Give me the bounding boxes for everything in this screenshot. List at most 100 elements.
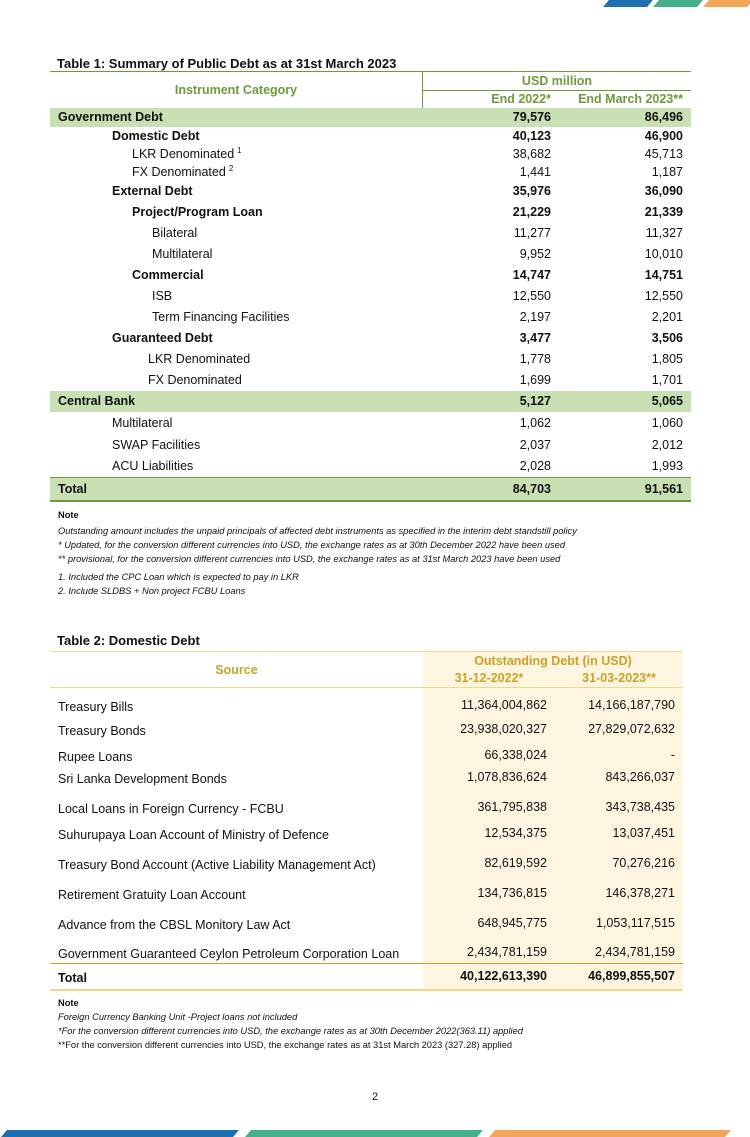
domestic-debt-row: Advance from the CBSL Monitory Law Act 64… <box>50 903 683 934</box>
row-label: LKR Denominated 1 <box>50 145 423 163</box>
value-end-2022: 2,028 <box>519 459 551 474</box>
value-end-2022: 38,682 <box>512 146 551 161</box>
row-label-text: Bilateral <box>152 226 198 240</box>
table2-title: Table 2: Domestic Debt <box>57 633 200 648</box>
domestic-debt-row: Rupee Loans 66,338,024- <box>50 739 683 766</box>
value-2022: 134,736,815 <box>423 873 555 904</box>
value-end-march-2023: 46,900 <box>644 128 683 143</box>
value-2022: 12,534,375 <box>423 817 555 844</box>
value-end-march-2023: 1,805 <box>651 352 683 366</box>
value-2023: 14,166,187,790 <box>555 687 683 716</box>
table1-title: Table 1: Summary of Public Debt as at 31… <box>57 56 397 71</box>
value-end-march-2023: 86,496 <box>644 110 683 124</box>
source-label: Treasury Bills <box>58 699 134 714</box>
value-2023: 70,276,216 <box>555 843 683 874</box>
value-2022: 648,945,775 <box>423 903 555 934</box>
value-2023: - <box>555 739 683 766</box>
total-value-2023: 46,899,855,507 <box>555 963 683 990</box>
data-row: Commercial 14,747 14,751 <box>50 265 691 286</box>
value-end-march-2023: 21,339 <box>644 205 683 219</box>
value-end-2022: 84,703 <box>512 481 551 496</box>
table1-note-label: Note <box>58 510 79 520</box>
data-row: Multilateral 1,062 1,060 <box>50 412 691 434</box>
col2-header: End March 2023** <box>578 92 683 107</box>
row-label-text: Guaranteed Debt <box>112 331 213 345</box>
row-label-text: Multilateral <box>152 247 213 261</box>
table1-note: Outstanding amount includes the unpaid p… <box>58 526 577 536</box>
page-number: 2 <box>371 1091 379 1103</box>
value-2022: 11,364,004,862 <box>423 687 555 716</box>
value-end-march-2023: 1,993 <box>651 459 683 474</box>
table2-note: **For the conversion different currencie… <box>58 1040 513 1050</box>
row-label-text: ACU Liabilities <box>112 459 194 474</box>
row-label: Total <box>50 478 423 501</box>
value-end-2022: 9,952 <box>519 247 551 261</box>
value-end-march-2023: 1,701 <box>651 373 683 387</box>
value-end-2022: 5,127 <box>519 394 551 408</box>
value-end-2022: 1,699 <box>519 373 551 387</box>
data-row: Bilateral 11,277 11,327 <box>50 223 691 244</box>
value-end-2022: 14,747 <box>512 268 551 282</box>
col1-header: End 2022* <box>491 92 551 107</box>
table2-notes: Note Foreign Currency Banking Unit -Proj… <box>58 996 523 1052</box>
total-label: Total <box>58 971 87 986</box>
row-label: Domestic Debt <box>50 127 423 145</box>
table1-footnote: 2. Include SLDBS + Non project FCBU Loan… <box>58 586 246 596</box>
row-label: Guaranteed Debt <box>50 328 423 349</box>
value-2022: 66,338,024 <box>423 739 555 766</box>
row-label-text: Term Financing Facilities <box>152 310 290 324</box>
row-label-text: Government Debt <box>58 110 163 124</box>
value-end-march-2023: 91,561 <box>644 481 683 496</box>
row-label-text: SWAP Facilities <box>112 437 201 452</box>
row-label: SWAP Facilities <box>50 434 423 456</box>
row-label-text: Commercial <box>132 268 204 282</box>
row-label: Multilateral <box>50 244 423 265</box>
data-row: Multilateral 9,952 10,010 <box>50 244 691 265</box>
value-end-2022: 1,778 <box>519 352 551 366</box>
table2-body: Treasury Bills 11,364,004,862 14,166,187,7… <box>50 687 683 964</box>
value-end-2022: 21,229 <box>512 205 551 219</box>
value-end-march-2023: 2,201 <box>651 310 683 324</box>
row-label-text: Total <box>58 481 87 496</box>
source-label: Treasury Bonds <box>58 723 146 738</box>
domestic-debt-row: Suhurupaya Loan Account of Ministry of D… <box>50 817 683 844</box>
outstanding-header: Outstanding Debt (in USD) <box>423 651 683 670</box>
row-label-text: Multilateral <box>112 415 173 430</box>
value-end-2022: 35,976 <box>512 184 551 198</box>
source-label: Suhurupaya Loan Account of Ministry of D… <box>58 827 329 842</box>
data-row: Term Financing Facilities 2,197 2,201 <box>50 307 691 328</box>
value-2023: 343,738,435 <box>555 787 683 818</box>
row-label: Government Debt <box>50 108 423 127</box>
data-row: LKR Denominated 1 38,682 45,713 <box>50 145 691 163</box>
domestic-debt-row: Government Guaranteed Ceylon Petroleum C… <box>50 933 683 964</box>
table1-body: Government Debt 79,576 86,496 Domestic Debt… <box>50 107 691 501</box>
value-end-march-2023: 11,327 <box>645 226 683 240</box>
row-label: Term Financing Facilities <box>50 307 423 328</box>
domestic-debt-row: Local Loans in Foreign Currency - FCBU 36… <box>50 787 683 818</box>
table1-notes: Note Outstanding amount includes the unp… <box>58 508 577 598</box>
row-label: Bilateral <box>50 223 423 244</box>
source-label: Local Loans in Foreign Currency - FCBU <box>58 801 284 816</box>
row-label: Multilateral <box>50 412 423 434</box>
value-2022: 361,795,838 <box>423 787 555 818</box>
source-label: Retirement Gratuity Loan Account <box>58 887 246 902</box>
value-end-march-2023: 5,065 <box>651 394 683 408</box>
data-row: Domestic Debt 40,123 46,900 <box>50 127 691 145</box>
row-label-text: LKR Denominated <box>148 352 251 366</box>
domestic-debt-row: Treasury Bond Account (Active Liability … <box>50 843 683 874</box>
category-header: Instrument Category <box>50 71 423 108</box>
footnote-marker: 2 <box>228 163 234 173</box>
value-end-march-2023: 1,187 <box>651 164 683 179</box>
value-2022: 2,434,781,159 <box>423 933 555 964</box>
data-row: ACU Liabilities 2,028 1,993 <box>50 456 691 478</box>
value-end-march-2023: 3,506 <box>651 331 683 345</box>
table2-note-label: Note <box>58 998 79 1008</box>
row-label-text: Central Bank <box>58 394 136 408</box>
data-row: Project/Program Loan 21,229 21,339 <box>50 202 691 223</box>
table1-note: * Updated, for the conversion different … <box>58 540 565 550</box>
value-end-2022: 11,277 <box>513 226 551 240</box>
source-label: Government Guaranteed Ceylon Petroleum C… <box>58 947 400 961</box>
row-label-text: LKR Denominated <box>132 147 235 162</box>
row-label-text: ISB <box>152 289 173 303</box>
value-end-2022: 12,550 <box>512 289 551 303</box>
